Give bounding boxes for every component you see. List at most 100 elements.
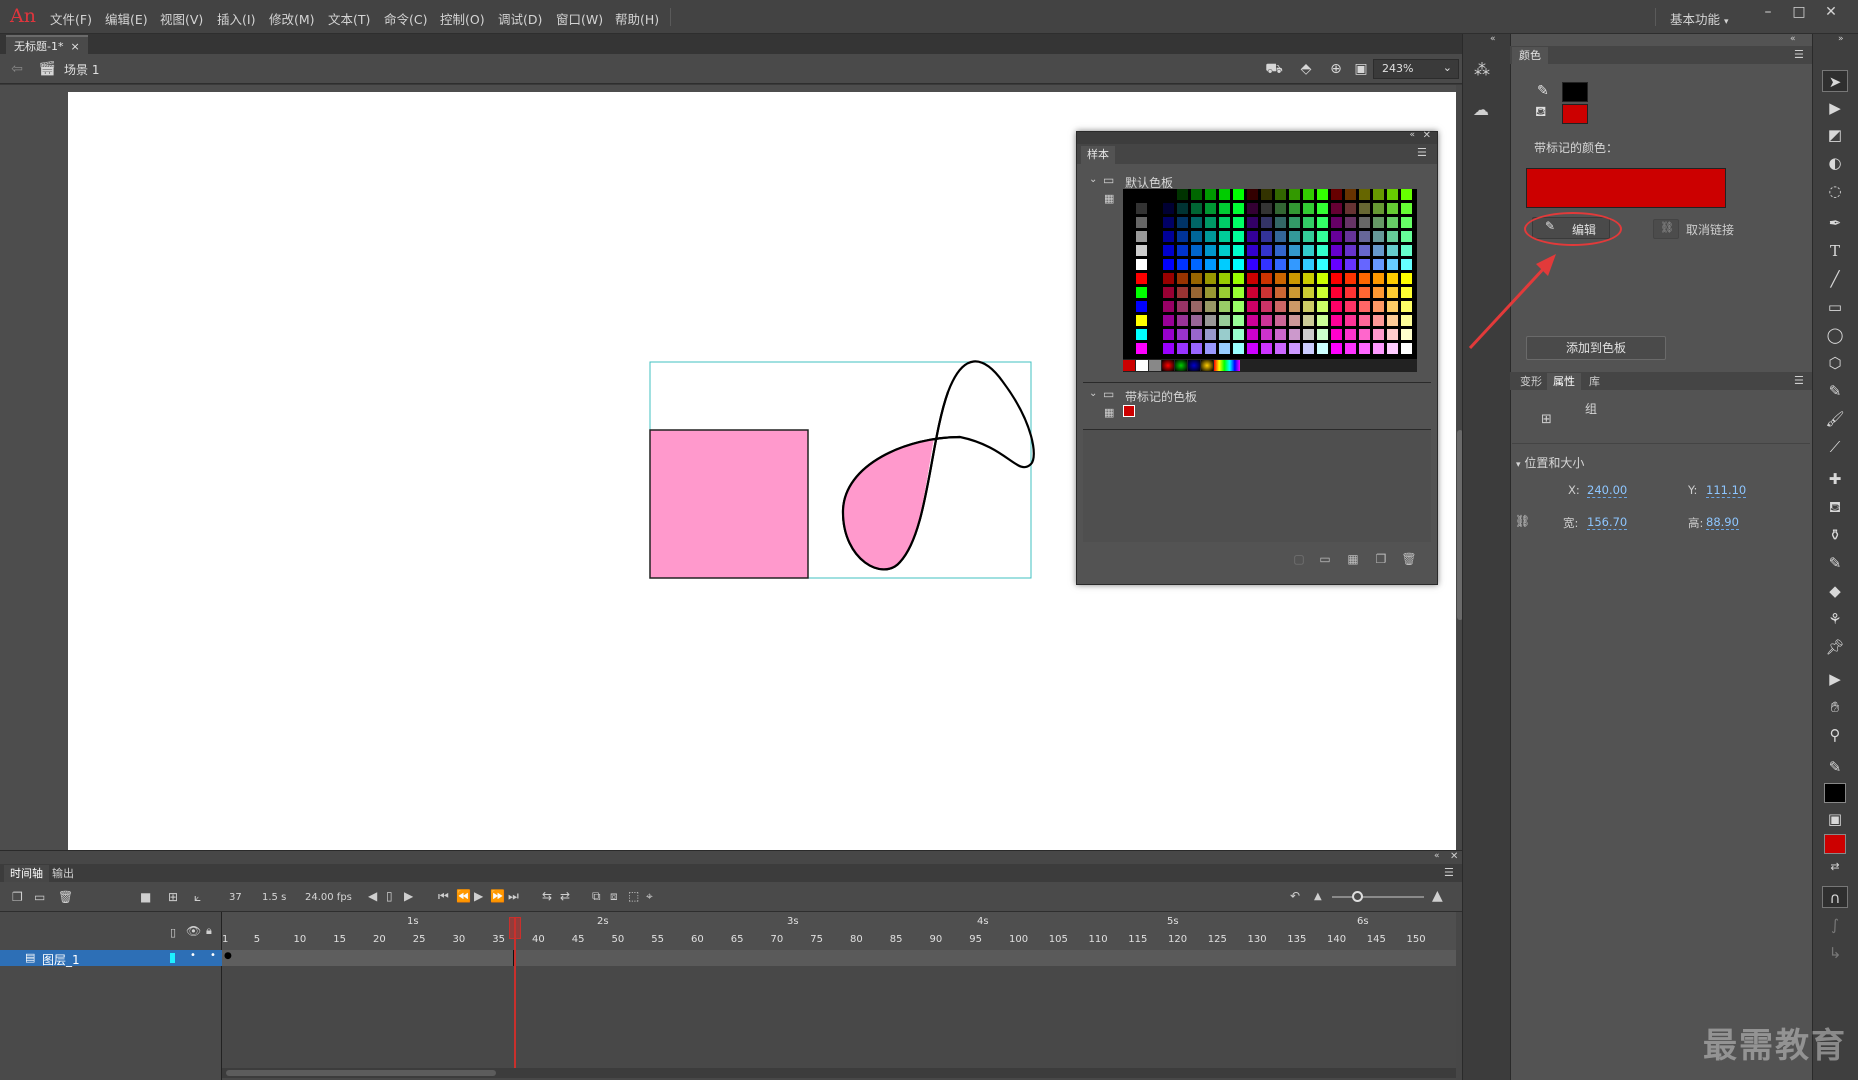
color-swatch[interactable] bbox=[1261, 203, 1273, 215]
color-swatch[interactable] bbox=[1289, 329, 1301, 341]
color-swatch[interactable] bbox=[1191, 329, 1203, 341]
color-swatch[interactable] bbox=[1387, 315, 1399, 327]
color-swatch[interactable] bbox=[1261, 301, 1273, 313]
collapse-icon[interactable]: « bbox=[1434, 851, 1440, 861]
brush-tool-icon[interactable]: ⟋ bbox=[1822, 436, 1848, 458]
color-swatch[interactable] bbox=[1136, 315, 1148, 327]
color-swatch[interactable] bbox=[1317, 273, 1329, 285]
position-size-section[interactable]: ▾ 位置和大小 bbox=[1516, 454, 1584, 471]
minimize-button[interactable]: – bbox=[1753, 4, 1783, 24]
color-swatch[interactable] bbox=[1247, 343, 1259, 355]
new-swatch-icon[interactable]: ▢ bbox=[1291, 552, 1307, 568]
color-swatch[interactable] bbox=[1149, 245, 1161, 257]
color-swatch[interactable] bbox=[1261, 217, 1273, 229]
color-swatch[interactable] bbox=[1149, 259, 1161, 271]
color-swatch[interactable] bbox=[1233, 217, 1245, 229]
color-swatch[interactable] bbox=[1275, 273, 1287, 285]
color-swatch[interactable] bbox=[1373, 259, 1385, 271]
color-swatch[interactable] bbox=[1373, 329, 1385, 341]
color-swatch[interactable] bbox=[1233, 245, 1245, 257]
color-swatch[interactable] bbox=[1191, 343, 1203, 355]
color-swatch[interactable] bbox=[1373, 315, 1385, 327]
back-arrow-icon[interactable]: ⇦ bbox=[8, 60, 26, 78]
color-swatch[interactable] bbox=[1345, 259, 1357, 271]
color-swatch[interactable] bbox=[1177, 315, 1189, 327]
tab-transform[interactable]: 变形 bbox=[1514, 373, 1548, 390]
color-swatch[interactable] bbox=[1163, 273, 1175, 285]
color-swatch[interactable] bbox=[1345, 301, 1357, 313]
color-swatch[interactable] bbox=[1233, 273, 1245, 285]
stroke-color-swatch[interactable] bbox=[1562, 82, 1588, 102]
pencil-icon[interactable]: ✎ bbox=[1537, 83, 1549, 99]
color-swatch[interactable] bbox=[1247, 189, 1259, 201]
color-swatch[interactable] bbox=[1387, 217, 1399, 229]
color-swatch[interactable] bbox=[1387, 301, 1399, 313]
next-keyframe-icon[interactable]: ▶ bbox=[404, 889, 413, 903]
color-swatch[interactable] bbox=[1219, 329, 1231, 341]
color-swatch[interactable] bbox=[1123, 301, 1135, 313]
color-swatch[interactable] bbox=[1233, 301, 1245, 313]
color-swatch[interactable] bbox=[1345, 287, 1357, 299]
color-swatch[interactable] bbox=[1233, 231, 1245, 243]
color-swatch[interactable] bbox=[1331, 329, 1343, 341]
new-layer-icon[interactable]: ❐ bbox=[12, 890, 23, 904]
menu-edit[interactable]: 编辑(E) bbox=[105, 9, 148, 28]
color-swatch[interactable] bbox=[1219, 301, 1231, 313]
gradient-swatch[interactable] bbox=[1175, 360, 1187, 371]
unlink-button[interactable]: ⛓ bbox=[1653, 219, 1679, 239]
color-swatch[interactable] bbox=[1219, 259, 1231, 271]
color-swatch[interactable] bbox=[1317, 203, 1329, 215]
oval-tool-icon[interactable]: ◯ bbox=[1822, 324, 1848, 346]
color-swatch[interactable] bbox=[1373, 287, 1385, 299]
tab-timeline[interactable]: 时间轴 bbox=[4, 865, 49, 882]
color-swatch[interactable] bbox=[1205, 343, 1217, 355]
zoom-in-icon[interactable]: ▲ bbox=[1432, 888, 1443, 904]
color-swatch[interactable] bbox=[1123, 343, 1135, 355]
color-swatch[interactable] bbox=[1317, 259, 1329, 271]
color-swatch[interactable] bbox=[1261, 231, 1273, 243]
color-swatch[interactable] bbox=[1219, 343, 1231, 355]
go-to-last-icon[interactable]: ⏭ bbox=[508, 889, 519, 904]
color-swatch[interactable] bbox=[1317, 217, 1329, 229]
color-swatch[interactable] bbox=[1247, 231, 1259, 243]
collapse-icon[interactable]: « bbox=[1790, 34, 1796, 44]
color-swatch[interactable] bbox=[1205, 203, 1217, 215]
color-swatch[interactable] bbox=[1275, 301, 1287, 313]
color-swatch[interactable] bbox=[1275, 287, 1287, 299]
color-swatch[interactable] bbox=[1387, 245, 1399, 257]
color-swatch[interactable] bbox=[1191, 231, 1203, 243]
color-swatch[interactable] bbox=[1205, 259, 1217, 271]
color-swatch[interactable] bbox=[1261, 287, 1273, 299]
color-swatch[interactable] bbox=[1373, 231, 1385, 243]
color-swatch[interactable] bbox=[1275, 203, 1287, 215]
color-swatch[interactable] bbox=[1191, 287, 1203, 299]
playhead[interactable] bbox=[514, 918, 516, 1068]
fill-color-swatch[interactable] bbox=[1562, 104, 1588, 124]
color-swatch[interactable] bbox=[1136, 231, 1148, 243]
color-swatch[interactable] bbox=[1123, 259, 1135, 271]
color-swatch[interactable] bbox=[1401, 231, 1413, 243]
go-to-first-icon[interactable]: ⏮ bbox=[438, 889, 449, 904]
polystar-tool-icon[interactable]: ⬡ bbox=[1822, 352, 1848, 374]
color-swatch[interactable] bbox=[1177, 343, 1189, 355]
color-swatch[interactable] bbox=[1219, 287, 1231, 299]
edit-scene-icon[interactable]: ⛟ bbox=[1265, 60, 1283, 78]
timeline-scroll-thumb[interactable] bbox=[226, 1070, 496, 1076]
color-swatch[interactable] bbox=[1149, 203, 1161, 215]
maximize-button[interactable]: □ bbox=[1784, 4, 1814, 24]
trash-icon[interactable]: 🗑︎ bbox=[58, 890, 73, 904]
width-tool-icon[interactable]: ⚘ bbox=[1822, 608, 1848, 630]
camera-tool-icon[interactable]: ▶ bbox=[1822, 668, 1848, 690]
color-swatch[interactable] bbox=[1289, 287, 1301, 299]
trash-icon[interactable]: 🗑︎ bbox=[1401, 552, 1417, 568]
ink-bottle-tool-icon[interactable]: ⚱ bbox=[1822, 524, 1848, 546]
color-swatch[interactable] bbox=[1163, 315, 1175, 327]
smooth-icon[interactable]: ∫ bbox=[1822, 914, 1848, 936]
color-swatch[interactable] bbox=[1233, 343, 1245, 355]
cc-libraries-icon[interactable]: ☁︎ bbox=[1473, 100, 1489, 119]
color-swatch[interactable] bbox=[1205, 315, 1217, 327]
color-swatch[interactable] bbox=[1387, 259, 1399, 271]
x-value[interactable]: 240.00 bbox=[1587, 483, 1628, 498]
gradient-swatch[interactable] bbox=[1201, 360, 1213, 371]
lasso-tool-icon[interactable]: ◌ bbox=[1822, 180, 1848, 202]
